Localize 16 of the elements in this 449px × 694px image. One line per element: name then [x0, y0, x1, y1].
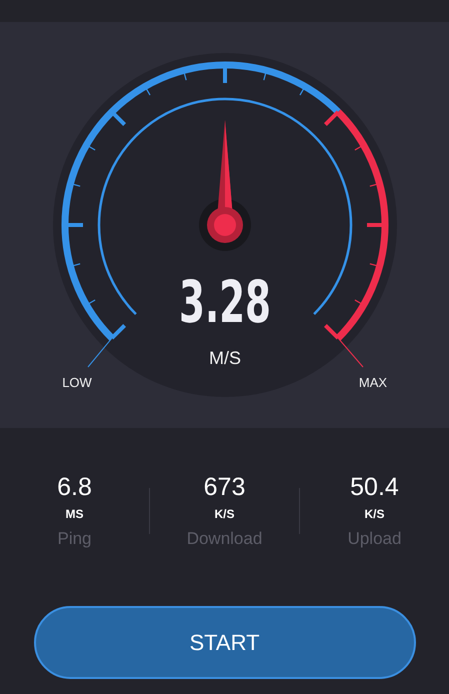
max-label: MAX — [358, 375, 388, 390]
stat-label: Download — [186, 528, 262, 550]
leader-line — [88, 338, 112, 368]
low-label: LOW — [62, 375, 92, 390]
stat-unit: K/S — [214, 506, 234, 522]
stat-unit: MS — [66, 506, 84, 522]
stat-value: 673 — [204, 472, 246, 502]
stat-unit: K/S — [364, 506, 384, 522]
start-button[interactable]: START — [34, 606, 416, 679]
speed-unit: M/S — [209, 348, 241, 368]
stat-label: Ping — [57, 528, 92, 550]
leader-line — [338, 338, 364, 368]
speed-reading: 3.28 — [179, 268, 322, 336]
stat-value: 50.4 — [350, 472, 399, 502]
stat-value: 6.8 — [57, 472, 92, 502]
stat-label: Upload — [348, 528, 402, 550]
